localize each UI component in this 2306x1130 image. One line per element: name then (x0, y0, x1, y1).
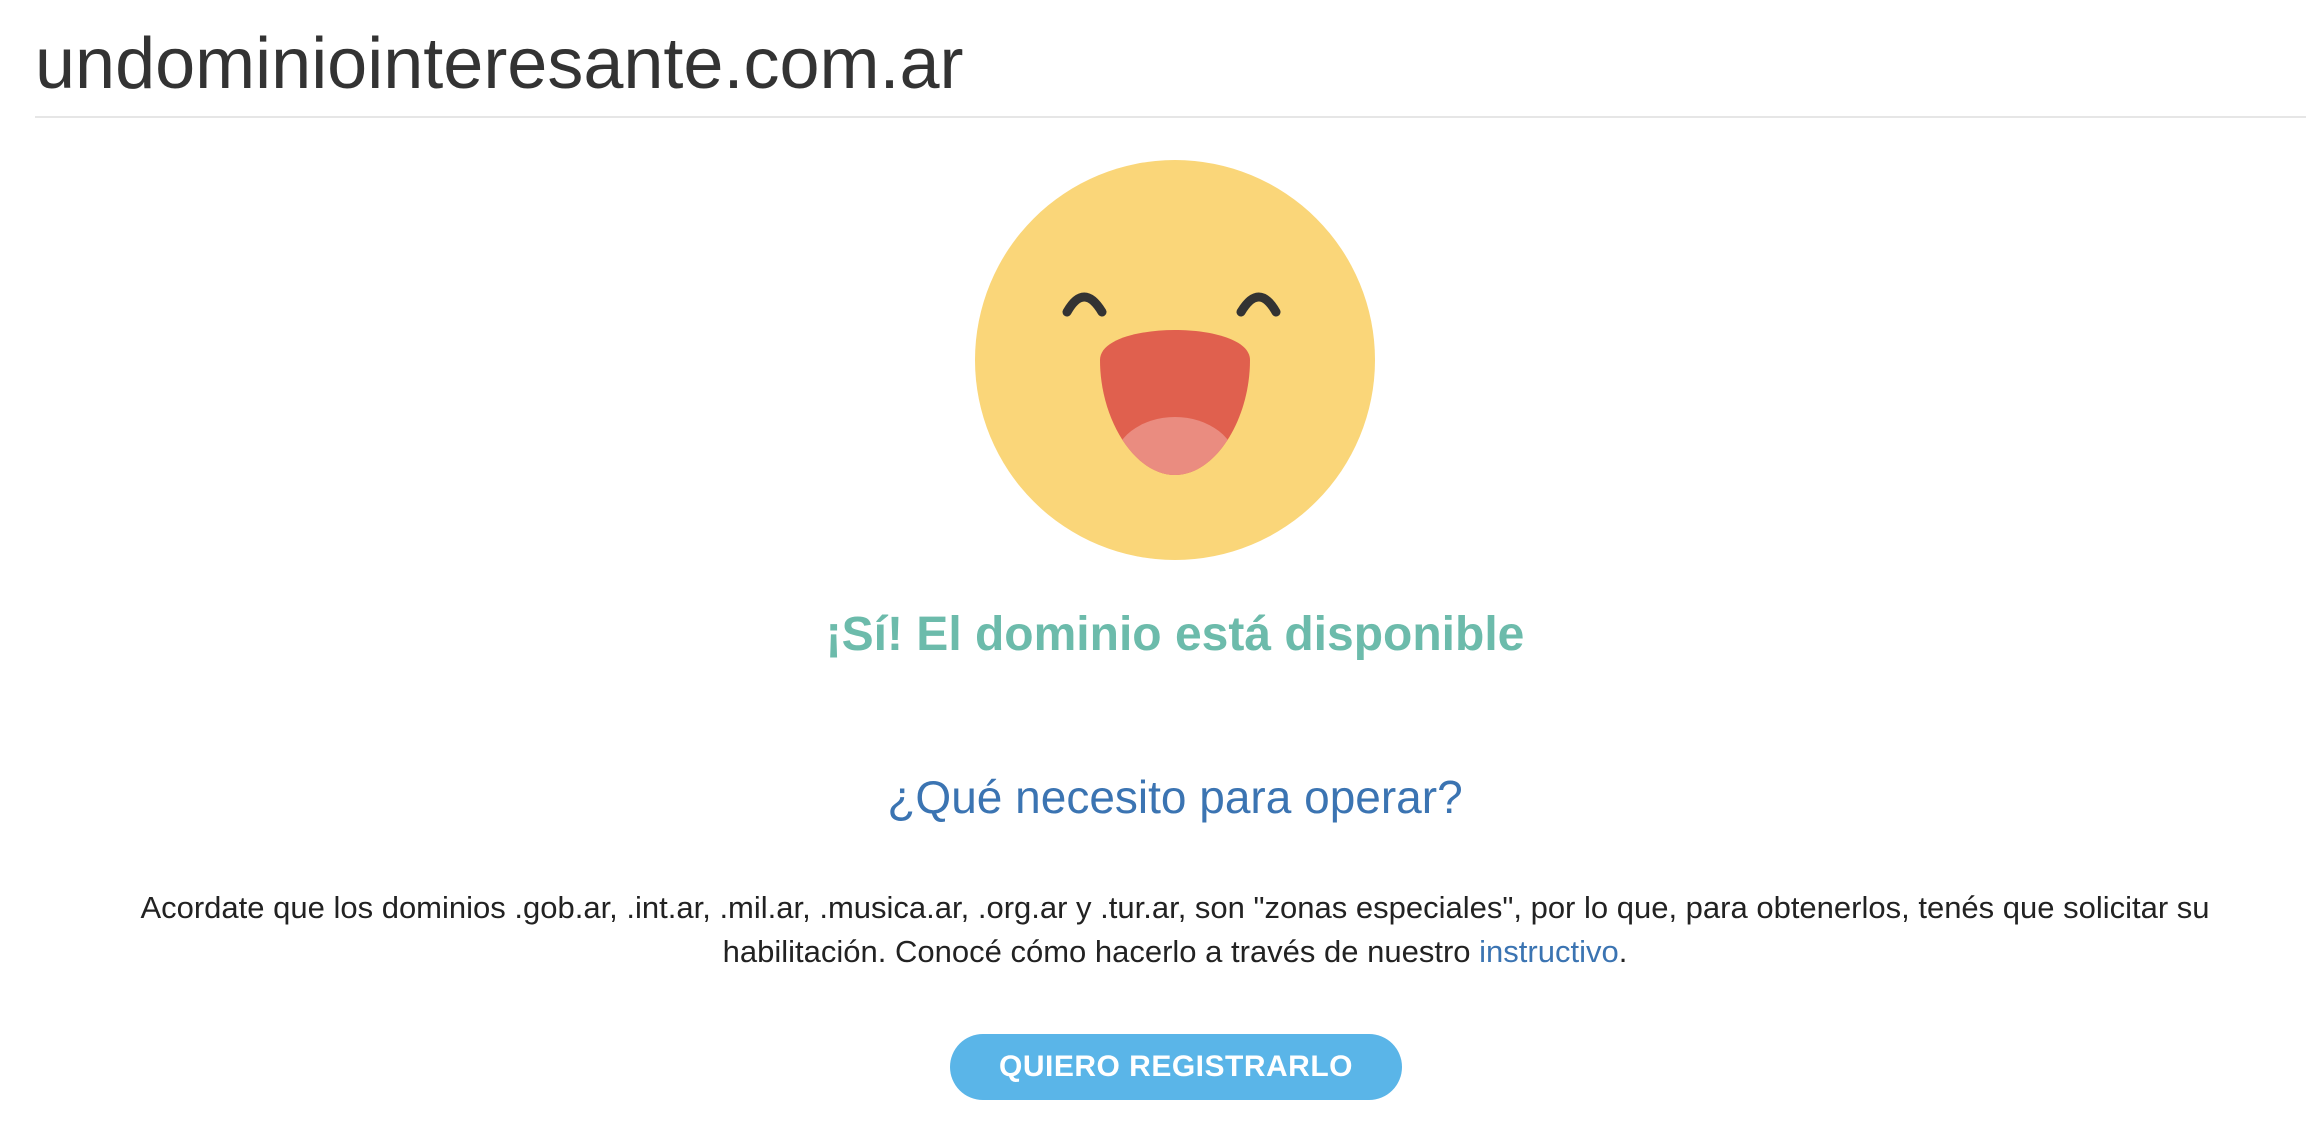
info-paragraph: Acordate que los dominios .gob.ar, .int.… (60, 886, 2290, 974)
availability-message: ¡Sí! El dominio está disponible (825, 608, 1525, 661)
happy-face-icon (975, 160, 1375, 560)
page-header: undominiointeresante.com.ar (35, 18, 2306, 118)
info-text-end: . (1618, 934, 1628, 969)
instructivo-link[interactable]: instructivo (1479, 934, 1619, 969)
info-heading: ¿Qué necesito para operar? (887, 771, 1463, 823)
register-button[interactable]: QUIERO REGISTRARLO (950, 1034, 1402, 1100)
info-text: Acordate que los dominios .gob.ar, .int.… (140, 890, 2210, 969)
domain-title: undominiointeresante.com.ar (35, 24, 964, 104)
